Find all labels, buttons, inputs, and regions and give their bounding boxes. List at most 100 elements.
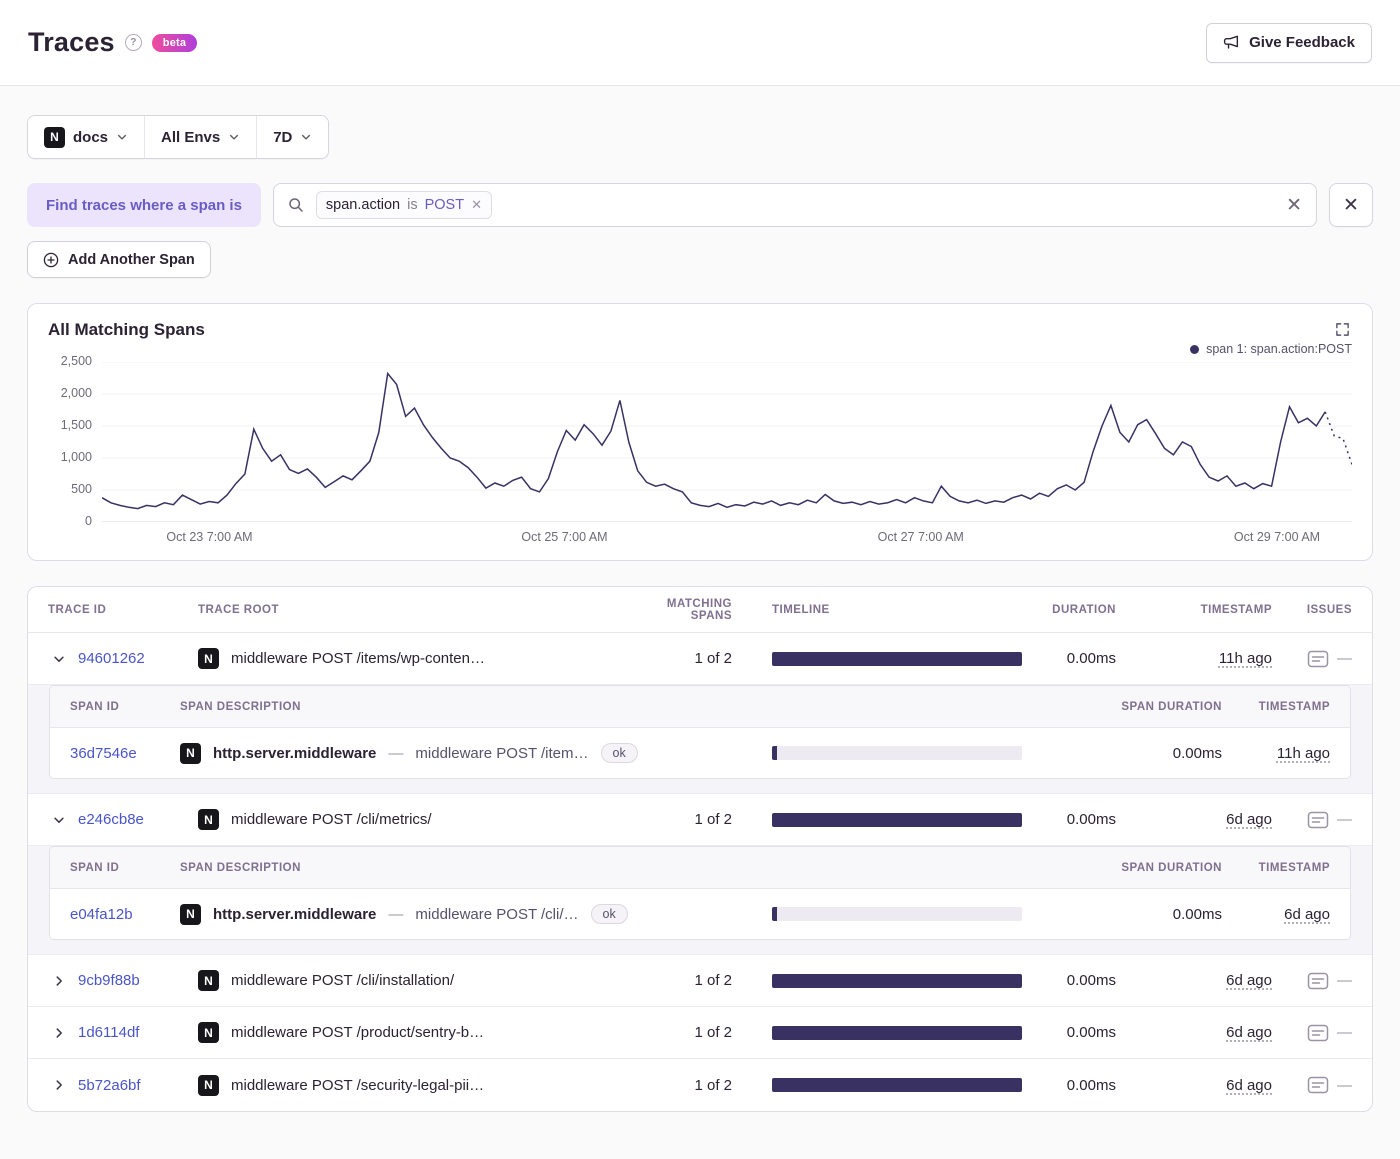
chevron-down-icon: [117, 134, 127, 140]
trace-root-text: middleware POST /product/sentry-b…: [231, 1024, 485, 1041]
trace-id-link[interactable]: e246cb8e: [78, 811, 144, 828]
col-span-duration: Span Duration: [1121, 700, 1222, 713]
spans-table-header: Span ID Span Description Span Duration T…: [50, 847, 1350, 889]
environment-selector[interactable]: All Envs: [144, 116, 257, 158]
chevron-down-icon: [230, 134, 239, 140]
add-another-span-label: Add Another Span: [68, 251, 195, 268]
date-range-selector[interactable]: 7D: [256, 116, 329, 158]
col-span-timestamp: Timestamp: [1258, 700, 1330, 713]
y-tick-label: 0: [85, 514, 92, 528]
chart-plot-area: [102, 362, 1352, 522]
timestamp-value[interactable]: 6d ago: [1226, 972, 1272, 989]
spans-table-header: Span ID Span Description Span Duration T…: [50, 686, 1350, 728]
issues-icon[interactable]: [1307, 649, 1329, 669]
span-id-link[interactable]: 36d7546e: [70, 745, 137, 762]
expanded-spans-panel: Span ID Span Description Span Duration T…: [28, 685, 1372, 794]
span-search-input[interactable]: span.action is POST ✕ ✕: [272, 183, 1317, 227]
span-row[interactable]: e04fa12b N http.server.middleware — midd…: [50, 889, 1350, 939]
clear-search-icon[interactable]: ✕: [1286, 196, 1302, 215]
span-op: http.server.middleware: [213, 744, 377, 762]
nextjs-platform-icon: N: [198, 970, 219, 991]
timestamp-value[interactable]: 6d ago: [1226, 811, 1272, 828]
timeline-track: [772, 746, 1022, 760]
duration-value: 0.00ms: [1066, 650, 1116, 667]
span-description: middleware POST /cli/…: [415, 905, 579, 923]
trace-row[interactable]: 9cb9f88b N middleware POST /cli/installa…: [28, 955, 1372, 1007]
expand-chevron-icon[interactable]: [48, 1024, 70, 1042]
timeline-cell: [772, 973, 1022, 988]
col-trace-root: Trace Root: [198, 603, 280, 616]
span-duration-value: 0.00ms: [1172, 744, 1222, 762]
collapse-chevron-icon[interactable]: [48, 811, 70, 829]
token-value: POST: [424, 197, 465, 213]
trace-id-link[interactable]: 94601262: [78, 650, 145, 667]
timeline-cell: [772, 907, 1022, 921]
col-trace-id: Trace ID: [48, 603, 107, 616]
timestamp-value[interactable]: 6d ago: [1226, 1024, 1272, 1041]
search-filter-token[interactable]: span.action is POST ✕: [315, 191, 492, 219]
matching-spans-count: 1 of 2: [694, 1024, 732, 1041]
span-timestamp-value[interactable]: 6d ago: [1284, 906, 1330, 923]
help-icon[interactable]: ?: [124, 34, 142, 51]
expanded-spans-panel: Span ID Span Description Span Duration T…: [28, 846, 1372, 955]
remove-token-icon[interactable]: ✕: [471, 197, 482, 213]
all-matching-spans-panel: All Matching Spans span 1: span.action:P…: [27, 303, 1373, 561]
trace-row[interactable]: e246cb8e N middleware POST /cli/metrics/…: [28, 794, 1372, 846]
legend-label: span 1: span.action:POST: [1206, 342, 1352, 356]
app-header: Traces ? beta Give Feedback: [0, 0, 1400, 86]
matching-spans-count: 1 of 2: [694, 1076, 732, 1094]
remove-span-row-button[interactable]: ✕: [1329, 183, 1373, 227]
timestamp-value[interactable]: 6d ago: [1226, 1077, 1272, 1094]
issues-icon[interactable]: [1307, 1075, 1329, 1095]
span-row[interactable]: 36d7546e N http.server.middleware — midd…: [50, 728, 1350, 778]
trace-row[interactable]: 1d6114df N middleware POST /product/sent…: [28, 1007, 1372, 1059]
x-tick-label: Oct 23 7:00 AM: [166, 530, 253, 544]
expand-chevron-icon[interactable]: [48, 1076, 70, 1094]
timestamp-value[interactable]: 11h ago: [1219, 650, 1272, 667]
page-filter-bar: N docs All Envs 7D: [27, 115, 1373, 159]
no-issues-dash: —: [1337, 972, 1352, 989]
trace-id-link[interactable]: 1d6114df: [78, 1024, 139, 1041]
legend-item[interactable]: span 1: span.action:POST: [1190, 342, 1352, 356]
nextjs-platform-icon: N: [180, 742, 201, 764]
traces-table-header: Trace ID Trace Root Matching Spans Timel…: [28, 587, 1372, 633]
no-issues-dash: —: [1337, 1076, 1352, 1094]
col-matching-spans: Matching Spans: [666, 597, 732, 622]
expand-chevron-icon[interactable]: [48, 972, 70, 990]
chart-x-axis: Oct 23 7:00 AM Oct 25 7:00 AM Oct 27 7:0…: [102, 522, 1352, 548]
find-traces-label: Find traces where a span is: [27, 183, 261, 227]
matching-spans-count: 1 of 2: [694, 650, 732, 667]
matching-spans-count: 1 of 2: [694, 811, 732, 828]
timeline-tick: [772, 907, 777, 921]
issues-icon[interactable]: [1307, 1023, 1329, 1043]
date-range-label: 7D: [273, 128, 293, 146]
duration-value: 0.00ms: [1066, 811, 1116, 828]
trace-id-link[interactable]: 9cb9f88b: [78, 972, 140, 989]
matching-spans-count: 1 of 2: [694, 972, 732, 989]
timeline-tick: [772, 746, 777, 760]
add-another-span-button[interactable]: Add Another Span: [27, 241, 211, 278]
fullscreen-icon[interactable]: [1333, 320, 1352, 339]
y-tick-label: 2,500: [60, 354, 92, 368]
project-selector[interactable]: N docs: [28, 116, 145, 158]
span-timestamp-value[interactable]: 11h ago: [1277, 745, 1330, 762]
issues-icon[interactable]: [1307, 971, 1329, 991]
nextjs-platform-icon: N: [198, 648, 219, 669]
timeline-track: [772, 907, 1022, 921]
legend-dot: [1190, 344, 1200, 354]
timeline-bar: [772, 973, 1022, 988]
give-feedback-button[interactable]: Give Feedback: [1206, 22, 1372, 63]
trace-row[interactable]: 94601262 N middleware POST /items/wp-con…: [28, 633, 1372, 685]
span-id-link[interactable]: e04fa12b: [70, 906, 133, 923]
trace-row[interactable]: 5b72a6bf N middleware POST /security-leg…: [28, 1059, 1372, 1111]
collapse-chevron-icon[interactable]: [48, 650, 70, 668]
op-separator: —: [388, 744, 404, 762]
trace-id-link[interactable]: 5b72a6bf: [78, 1077, 141, 1094]
issues-icon[interactable]: [1307, 810, 1329, 830]
beta-badge: beta: [151, 33, 198, 52]
duration-value: 0.00ms: [1066, 1076, 1116, 1094]
nextjs-platform-icon: N: [44, 126, 65, 148]
duration-value: 0.00ms: [1066, 1024, 1116, 1041]
trace-root-text: middleware POST /security-legal-pii…: [231, 1076, 485, 1094]
token-key: span.action: [325, 197, 401, 213]
